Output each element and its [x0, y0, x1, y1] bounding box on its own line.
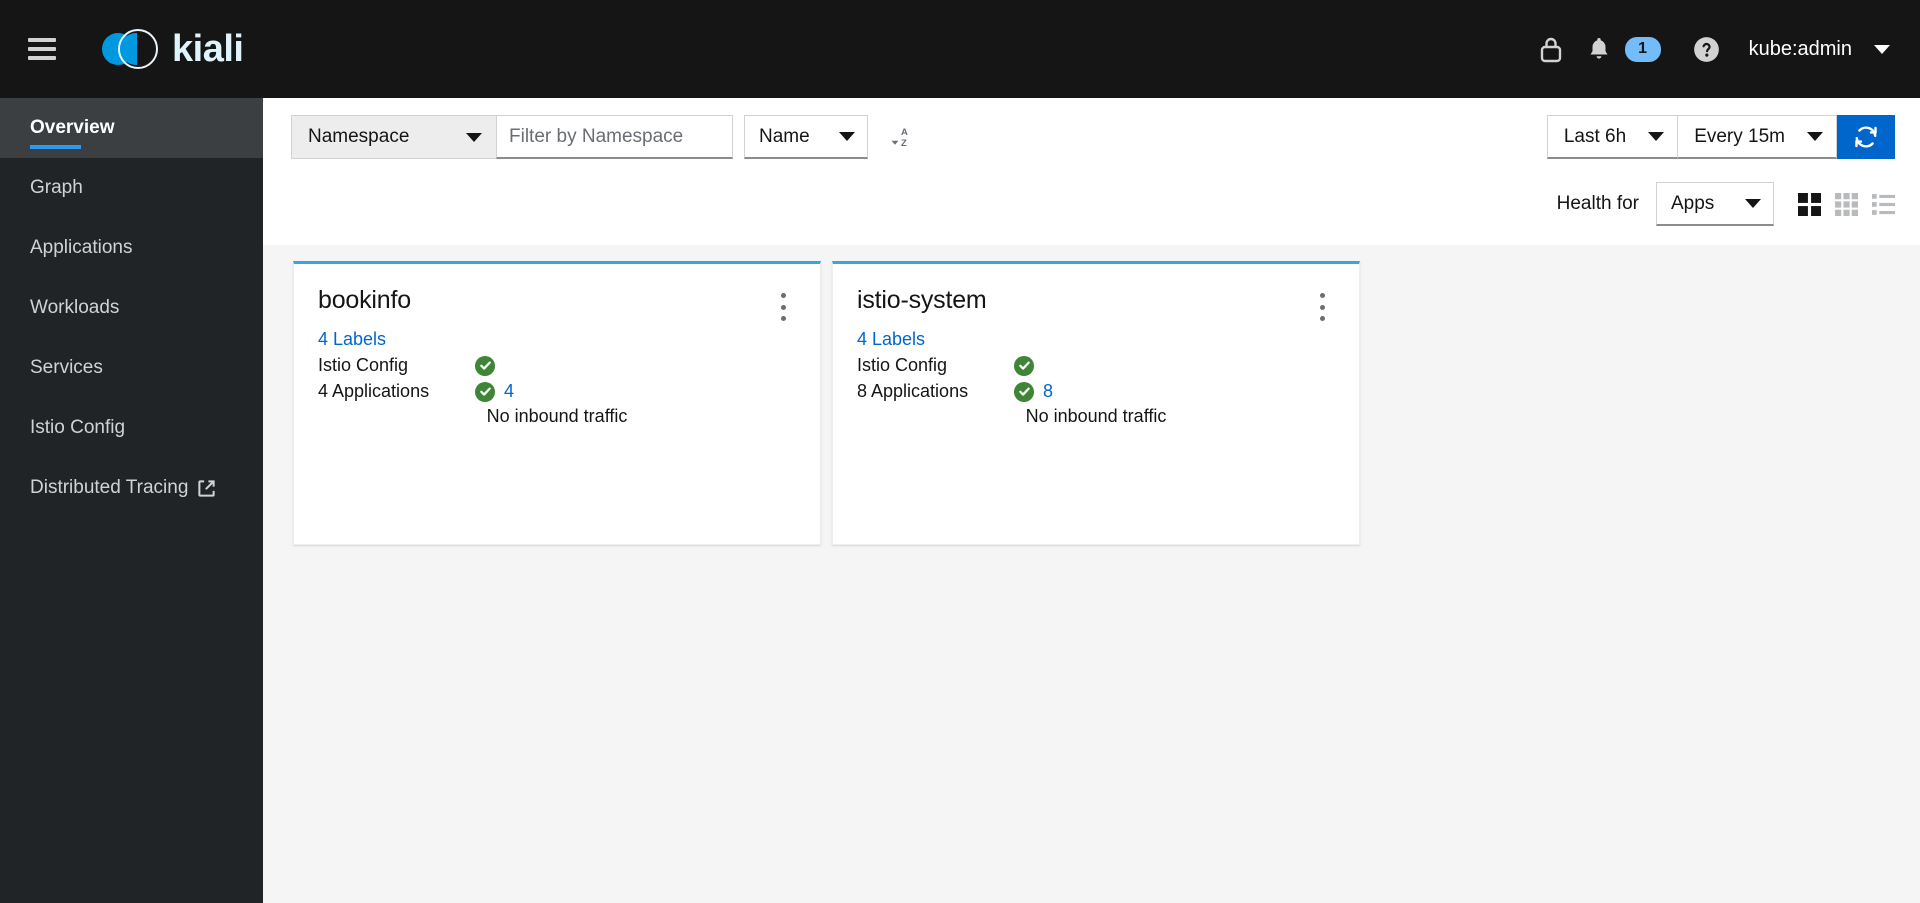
health-ok-icon — [475, 355, 495, 376]
masthead-actions: 1 kube:admin — [1527, 25, 1920, 73]
health-ok-icon — [1014, 381, 1034, 402]
applications-label: 8 Applications — [857, 381, 969, 401]
sidebar-item-workloads[interactable]: Workloads — [0, 278, 263, 338]
namespace-card-title: istio-system — [857, 286, 987, 314]
sidebar-item-label: Graph — [30, 177, 83, 198]
namespace-filter-input[interactable] — [496, 115, 733, 159]
health-for-select[interactable]: Apps — [1656, 182, 1774, 226]
namespace-card-title: bookinfo — [318, 286, 411, 314]
external-link-icon — [197, 479, 216, 498]
sort-field-label: Name — [759, 125, 810, 147]
namespace-cards-area: bookinfo 4 Labels Istio Config 4 Applica… — [263, 245, 1920, 903]
refresh-button[interactable] — [1837, 115, 1895, 159]
sidebar-item-distributed-tracing[interactable]: Distributed Tracing — [0, 458, 263, 518]
sidebar-nav: Overview Graph Applications Workloads Se… — [0, 98, 263, 903]
brand-name: kiali — [172, 27, 244, 70]
namespace-card[interactable]: bookinfo 4 Labels Istio Config 4 Applica… — [293, 261, 821, 545]
traffic-message: No inbound traffic — [486, 406, 628, 426]
filter-toolbar: Namespace Name A Z — [291, 115, 923, 159]
namespace-labels-link[interactable]: 4 Labels — [318, 329, 796, 350]
time-range-select[interactable]: Last 6h — [1546, 115, 1678, 159]
kebab-menu-icon[interactable] — [768, 290, 798, 324]
sidebar-item-istio-config[interactable]: Istio Config — [0, 398, 263, 458]
namespace-card[interactable]: istio-system 4 Labels Istio Config 8 App… — [832, 261, 1360, 545]
chevron-down-icon — [1807, 132, 1823, 141]
notifications-button[interactable]: 1 — [1575, 25, 1661, 73]
main-content: Namespace Name A Z Last 6h — [263, 98, 1920, 903]
health-ok-icon — [475, 381, 495, 402]
hamburger-icon[interactable] — [28, 38, 56, 60]
brand-logo[interactable]: kiali — [102, 27, 244, 71]
chevron-down-icon — [466, 132, 482, 142]
namespace-cards-row: bookinfo 4 Labels Istio Config 4 Applica… — [293, 261, 1920, 545]
toolbar: Namespace Name A Z Last 6h — [263, 98, 1920, 245]
view-mode-group — [1798, 192, 1895, 216]
health-ok-icon — [1014, 355, 1034, 376]
chevron-down-icon — [839, 132, 855, 141]
sidebar-item-label: Istio Config — [30, 417, 126, 438]
istio-config-label: Istio Config — [857, 355, 948, 375]
applications-row: 4 Applications 4 — [318, 381, 796, 402]
health-for-value: Apps — [1671, 192, 1715, 214]
sort-field-select[interactable]: Name — [744, 115, 868, 159]
sidebar-item-graph[interactable]: Graph — [0, 158, 263, 218]
refresh-interval-label: Every 15m — [1694, 125, 1785, 147]
istio-config-row: Istio Config — [318, 355, 796, 376]
istio-config-row: Istio Config — [857, 355, 1335, 376]
sidebar-item-label: Overview — [30, 117, 115, 138]
svg-text:A: A — [901, 127, 908, 138]
health-controls: Health for Apps — [1557, 182, 1895, 226]
chevron-down-icon — [1648, 132, 1665, 141]
istio-config-label: Istio Config — [318, 355, 409, 375]
kebab-menu-icon[interactable] — [1307, 290, 1337, 324]
sidebar-item-label: Distributed Tracing — [30, 477, 189, 498]
sort-alpha-ascending-icon[interactable]: A Z — [879, 115, 923, 159]
hamburger-bar — [28, 56, 56, 60]
sidebar-item-label: Applications — [30, 237, 133, 258]
sidebar-item-label: Workloads — [30, 297, 120, 318]
user-menu[interactable]: kube:admin — [1749, 38, 1890, 61]
user-name: kube:admin — [1748, 37, 1852, 60]
notification-badge: 1 — [1624, 36, 1661, 62]
traffic-message: No inbound traffic — [1025, 406, 1167, 426]
time-range-label: Last 6h — [1563, 125, 1627, 147]
chevron-down-icon — [1745, 199, 1761, 208]
hamburger-bar — [28, 38, 56, 42]
help-circle-icon[interactable] — [1683, 25, 1731, 73]
refresh-interval-select[interactable]: Every 15m — [1677, 115, 1837, 159]
namespace-filter-type-label: Namespace — [308, 126, 410, 147]
svg-text:Z: Z — [901, 138, 907, 149]
sidebar-item-label: Services — [30, 357, 103, 378]
applications-healthy-count[interactable]: 4 — [504, 381, 514, 402]
applications-label: 4 Applications — [318, 381, 430, 401]
chevron-down-icon — [1874, 44, 1890, 54]
sidebar-item-overview[interactable]: Overview — [0, 98, 263, 158]
hamburger-bar — [28, 47, 56, 51]
applications-row: 8 Applications 8 — [857, 381, 1335, 402]
kiali-logo-icon — [102, 28, 168, 70]
namespace-labels-link[interactable]: 4 Labels — [857, 329, 1335, 350]
applications-healthy-count[interactable]: 8 — [1043, 381, 1053, 402]
namespace-filter-type-select[interactable]: Namespace — [291, 115, 496, 159]
list-view-icon[interactable] — [1872, 193, 1895, 216]
lock-icon[interactable] — [1527, 25, 1575, 73]
masthead: kiali 1 kube:admin — [0, 0, 1920, 98]
bell-icon — [1575, 25, 1623, 73]
expand-view-icon[interactable] — [1798, 192, 1821, 216]
sidebar-item-applications[interactable]: Applications — [0, 218, 263, 278]
sidebar-item-services[interactable]: Services — [0, 338, 263, 398]
health-for-label: Health for — [1556, 193, 1639, 214]
time-controls: Last 6h Every 15m — [1546, 115, 1895, 159]
compact-view-icon[interactable] — [1835, 192, 1858, 216]
